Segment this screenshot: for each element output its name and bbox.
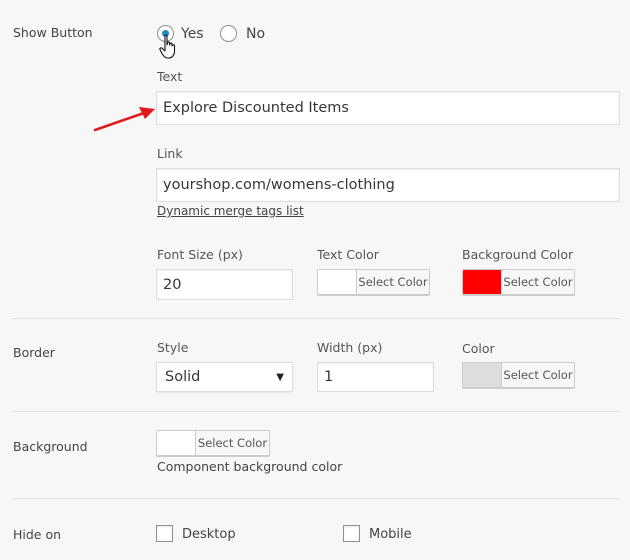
font-size-input[interactable]: 20: [156, 269, 293, 300]
component-background-helper: Component background color: [157, 459, 343, 474]
background-color-picker-button[interactable]: Select Color: [462, 269, 575, 295]
show-button-label: Show Button: [13, 25, 93, 40]
border-width-label: Width (px): [317, 340, 383, 355]
background-color-swatch: [463, 270, 502, 294]
background-label: Background: [13, 439, 88, 454]
annotation-arrow-icon: [93, 107, 155, 132]
border-color-swatch: [463, 363, 502, 387]
text-color-swatch: [318, 270, 357, 294]
background-color-button-label: Select Color: [502, 270, 574, 294]
button-text-input[interactable]: Explore Discounted Items: [156, 91, 620, 125]
button-link-input[interactable]: yourshop.com/womens-clothing: [156, 168, 620, 202]
border-color-picker-button[interactable]: Select Color: [462, 362, 575, 388]
show-button-yes-label[interactable]: Yes: [181, 26, 204, 42]
section-divider: [12, 411, 620, 412]
text-color-button-label: Select Color: [357, 270, 429, 294]
component-background-button-label: Select Color: [196, 431, 269, 455]
hide-on-mobile-checkbox[interactable]: [343, 525, 360, 542]
text-color-picker-button[interactable]: Select Color: [317, 269, 430, 295]
show-button-no-radio[interactable]: [220, 25, 237, 42]
show-button-no-label[interactable]: No: [246, 26, 265, 42]
text-color-label: Text Color: [317, 247, 379, 262]
hide-on-label: Hide on: [13, 527, 62, 542]
border-style-value: Solid: [165, 369, 201, 385]
border-width-input[interactable]: 1: [317, 362, 434, 392]
text-field-label: Text: [157, 69, 183, 84]
border-style-select[interactable]: Solid ▼: [156, 362, 293, 392]
hide-on-desktop-label[interactable]: Desktop: [182, 527, 236, 542]
component-background-color-picker-button[interactable]: Select Color: [156, 430, 270, 456]
border-color-label: Color: [462, 341, 495, 356]
border-color-button-label: Select Color: [502, 363, 574, 387]
section-divider: [12, 318, 620, 319]
settings-panel: Show Button Yes No Text Explore Discount…: [0, 0, 630, 560]
hide-on-mobile-label[interactable]: Mobile: [369, 527, 412, 542]
font-size-label: Font Size (px): [157, 247, 243, 262]
border-label: Border: [13, 345, 55, 360]
hide-on-desktop-checkbox[interactable]: [156, 525, 173, 542]
link-field-label: Link: [157, 146, 183, 161]
dropdown-arrow-icon: ▼: [276, 371, 284, 383]
component-background-swatch: [157, 431, 196, 455]
dynamic-merge-tags-link[interactable]: Dynamic merge tags list: [157, 204, 304, 218]
section-divider: [12, 498, 620, 499]
hand-cursor-icon: [159, 34, 176, 59]
background-color-label: Background Color: [462, 247, 574, 262]
border-style-label: Style: [157, 340, 189, 355]
